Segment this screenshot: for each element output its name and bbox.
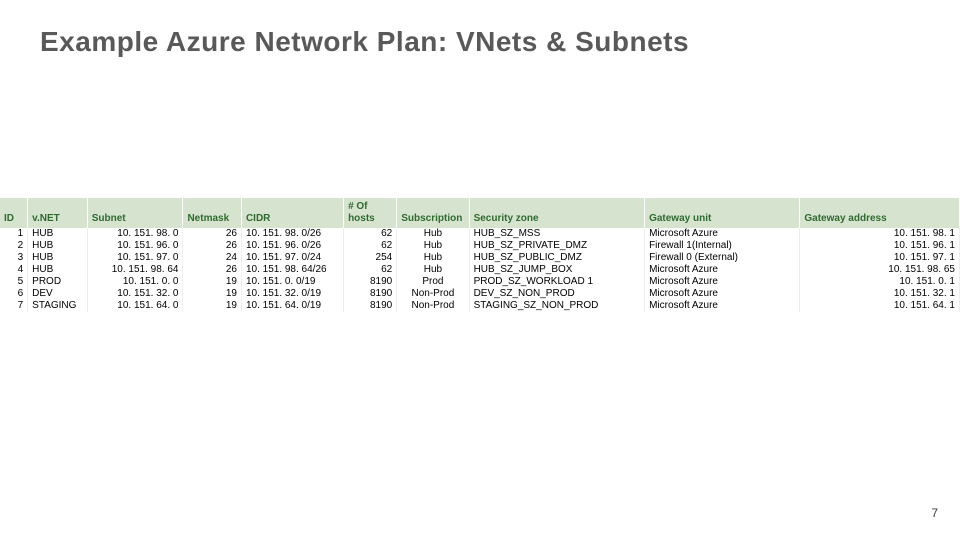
cell-gwa: 10. 151. 98. 1 [800, 228, 960, 240]
cell-zone: HUB_SZ_MSS [469, 228, 645, 240]
cell-zone: HUB_SZ_JUMP_BOX [469, 264, 645, 276]
cell-vnet: HUB [28, 264, 88, 276]
cell-gw: Firewall 0 (External) [645, 252, 800, 264]
cell-zone: PROD_SZ_WORKLOAD 1 [469, 276, 645, 288]
cell-gw: Microsoft Azure [645, 300, 800, 312]
col-subnet: Subnet [87, 198, 183, 228]
cell-sub: Hub [397, 252, 469, 264]
cell-netmask: 26 [183, 240, 242, 252]
table-row: 1HUB10. 151. 98. 02610. 151. 98. 0/2662H… [0, 228, 960, 240]
page-title: Example Azure Network Plan: VNets & Subn… [40, 26, 920, 58]
cell-gw: Microsoft Azure [645, 264, 800, 276]
col-gw: Gateway unit [645, 198, 800, 228]
col-vnet: v.NET [28, 198, 88, 228]
cell-subnet: 10. 151. 64. 0 [87, 300, 183, 312]
table-header: ID v.NET Subnet Netmask CIDR # Of hosts … [0, 198, 960, 228]
cell-sub: Hub [397, 228, 469, 240]
cell-hosts: 8190 [344, 288, 397, 300]
cell-cidr: 10. 151. 64. 0/19 [241, 300, 343, 312]
table-row: 4HUB10. 151. 98. 642610. 151. 98. 64/266… [0, 264, 960, 276]
cell-vnet: HUB [28, 252, 88, 264]
cell-cidr: 10. 151. 0. 0/19 [241, 276, 343, 288]
cell-cidr: 10. 151. 96. 0/26 [241, 240, 343, 252]
table-row: 7STAGING10. 151. 64. 01910. 151. 64. 0/1… [0, 300, 960, 312]
cell-id: 1 [0, 228, 28, 240]
cell-cidr: 10. 151. 97. 0/24 [241, 252, 343, 264]
cell-zone: HUB_SZ_PUBLIC_DMZ [469, 252, 645, 264]
cell-subnet: 10. 151. 97. 0 [87, 252, 183, 264]
cell-gwa: 10. 151. 0. 1 [800, 276, 960, 288]
page-number: 7 [931, 506, 938, 520]
cell-id: 6 [0, 288, 28, 300]
cell-cidr: 10. 151. 98. 64/26 [241, 264, 343, 276]
cell-vnet: PROD [28, 276, 88, 288]
cell-gw: Firewall 1(Internal) [645, 240, 800, 252]
table-row: 6DEV10. 151. 32. 01910. 151. 32. 0/19819… [0, 288, 960, 300]
col-hosts: # Of hosts [344, 198, 397, 228]
cell-netmask: 19 [183, 288, 242, 300]
table-body: 1HUB10. 151. 98. 02610. 151. 98. 0/2662H… [0, 228, 960, 312]
cell-subnet: 10. 151. 32. 0 [87, 288, 183, 300]
cell-vnet: HUB [28, 228, 88, 240]
cell-id: 4 [0, 264, 28, 276]
cell-hosts: 62 [344, 240, 397, 252]
cell-gw: Microsoft Azure [645, 276, 800, 288]
cell-subnet: 10. 151. 96. 0 [87, 240, 183, 252]
table-row: 3HUB10. 151. 97. 02410. 151. 97. 0/24254… [0, 252, 960, 264]
cell-hosts: 62 [344, 264, 397, 276]
cell-subnet: 10. 151. 0. 0 [87, 276, 183, 288]
cell-id: 2 [0, 240, 28, 252]
cell-zone: DEV_SZ_NON_PROD [469, 288, 645, 300]
col-gwa: Gateway address [800, 198, 960, 228]
cell-gwa: 10. 151. 97. 1 [800, 252, 960, 264]
cell-gwa: 10. 151. 32. 1 [800, 288, 960, 300]
cell-netmask: 26 [183, 228, 242, 240]
cell-gw: Microsoft Azure [645, 288, 800, 300]
cell-sub: Non-Prod [397, 300, 469, 312]
cell-netmask: 19 [183, 300, 242, 312]
cell-cidr: 10. 151. 32. 0/19 [241, 288, 343, 300]
network-table: ID v.NET Subnet Netmask CIDR # Of hosts … [0, 198, 960, 312]
cell-vnet: HUB [28, 240, 88, 252]
col-netmask: Netmask [183, 198, 242, 228]
col-zone: Security zone [469, 198, 645, 228]
cell-id: 3 [0, 252, 28, 264]
cell-zone: STAGING_SZ_NON_PROD [469, 300, 645, 312]
cell-hosts: 8190 [344, 276, 397, 288]
col-sub: Subscription [397, 198, 469, 228]
cell-netmask: 19 [183, 276, 242, 288]
network-data-table: ID v.NET Subnet Netmask CIDR # Of hosts … [0, 198, 960, 312]
cell-vnet: STAGING [28, 300, 88, 312]
cell-hosts: 254 [344, 252, 397, 264]
cell-hosts: 62 [344, 228, 397, 240]
cell-hosts: 8190 [344, 300, 397, 312]
cell-gw: Microsoft Azure [645, 228, 800, 240]
cell-subnet: 10. 151. 98. 64 [87, 264, 183, 276]
table-row: 2HUB10. 151. 96. 02610. 151. 96. 0/2662H… [0, 240, 960, 252]
cell-sub: Prod [397, 276, 469, 288]
cell-cidr: 10. 151. 98. 0/26 [241, 228, 343, 240]
cell-sub: Non-Prod [397, 288, 469, 300]
table-row: 5PROD10. 151. 0. 01910. 151. 0. 0/198190… [0, 276, 960, 288]
cell-gwa: 10. 151. 98. 65 [800, 264, 960, 276]
cell-sub: Hub [397, 264, 469, 276]
cell-netmask: 24 [183, 252, 242, 264]
cell-sub: Hub [397, 240, 469, 252]
cell-gwa: 10. 151. 64. 1 [800, 300, 960, 312]
cell-netmask: 26 [183, 264, 242, 276]
cell-vnet: DEV [28, 288, 88, 300]
col-cidr: CIDR [241, 198, 343, 228]
cell-zone: HUB_SZ_PRIVATE_DMZ [469, 240, 645, 252]
slide: Example Azure Network Plan: VNets & Subn… [0, 0, 960, 540]
cell-subnet: 10. 151. 98. 0 [87, 228, 183, 240]
col-id: ID [0, 198, 28, 228]
cell-gwa: 10. 151. 96. 1 [800, 240, 960, 252]
cell-id: 5 [0, 276, 28, 288]
cell-id: 7 [0, 300, 28, 312]
